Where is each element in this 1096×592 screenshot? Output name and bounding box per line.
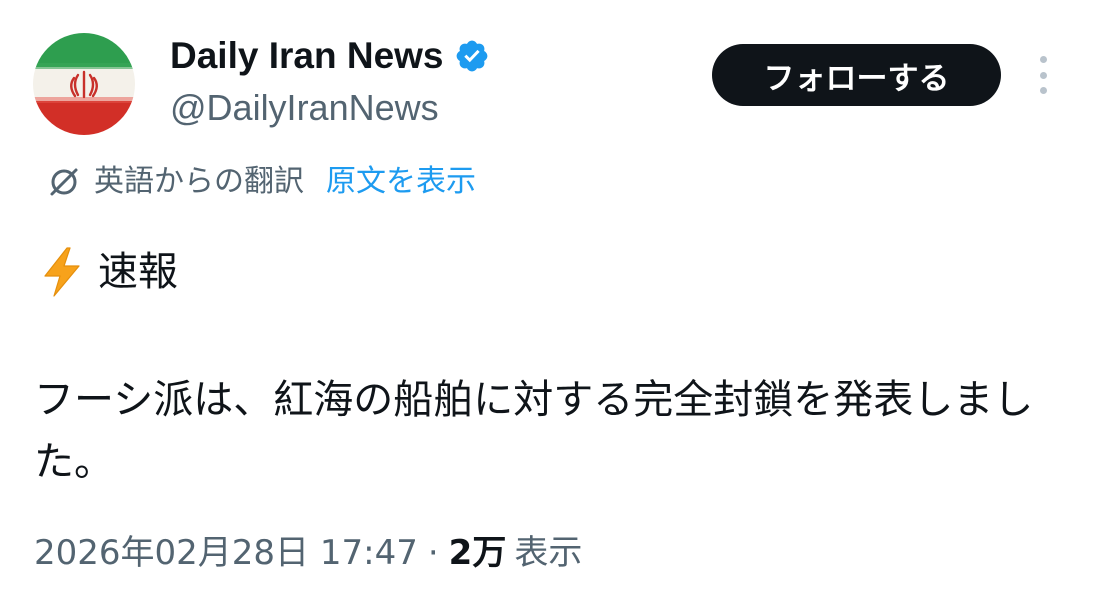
views-count: 2万 <box>448 533 507 573</box>
tweet-meta: 2026年02月28日 17:47 · 2万 表示 <box>34 530 582 576</box>
display-name[interactable]: Daily Iran News <box>170 34 444 78</box>
handle[interactable]: @DailyIranNews <box>170 86 439 130</box>
tweet-body-text: フーシ派は、紅海の船舶に対する完全封鎖を発表しました。 <box>34 377 1034 485</box>
translation-label: 英語からの翻訳 <box>94 164 304 199</box>
iran-flag-avatar-icon <box>33 33 135 135</box>
tweet-text: 速報 フーシ派は、紅海の船舶に対する完全封鎖を発表しました。 <box>34 245 1054 493</box>
tweet-headline: 速報 <box>34 245 1054 299</box>
views-label: 表示 <box>514 533 583 573</box>
show-original-link[interactable]: 原文を表示 <box>326 162 476 202</box>
translate-icon <box>46 164 82 200</box>
verified-badge-icon[interactable] <box>454 38 490 74</box>
meta-separator: · <box>427 533 439 573</box>
more-vertical-icon[interactable] <box>1030 56 1056 94</box>
lightning-bolt-emoji-icon <box>40 247 84 297</box>
avatar[interactable] <box>33 33 135 135</box>
headline-text: 速報 <box>98 249 178 295</box>
translation-row: 英語からの翻訳 原文を表示 <box>46 162 476 202</box>
follow-button[interactable]: フォローする <box>712 44 1001 106</box>
timestamp[interactable]: 2026年02月28日 17:47 <box>34 530 418 576</box>
author-name-row: Daily Iran News <box>170 34 490 78</box>
